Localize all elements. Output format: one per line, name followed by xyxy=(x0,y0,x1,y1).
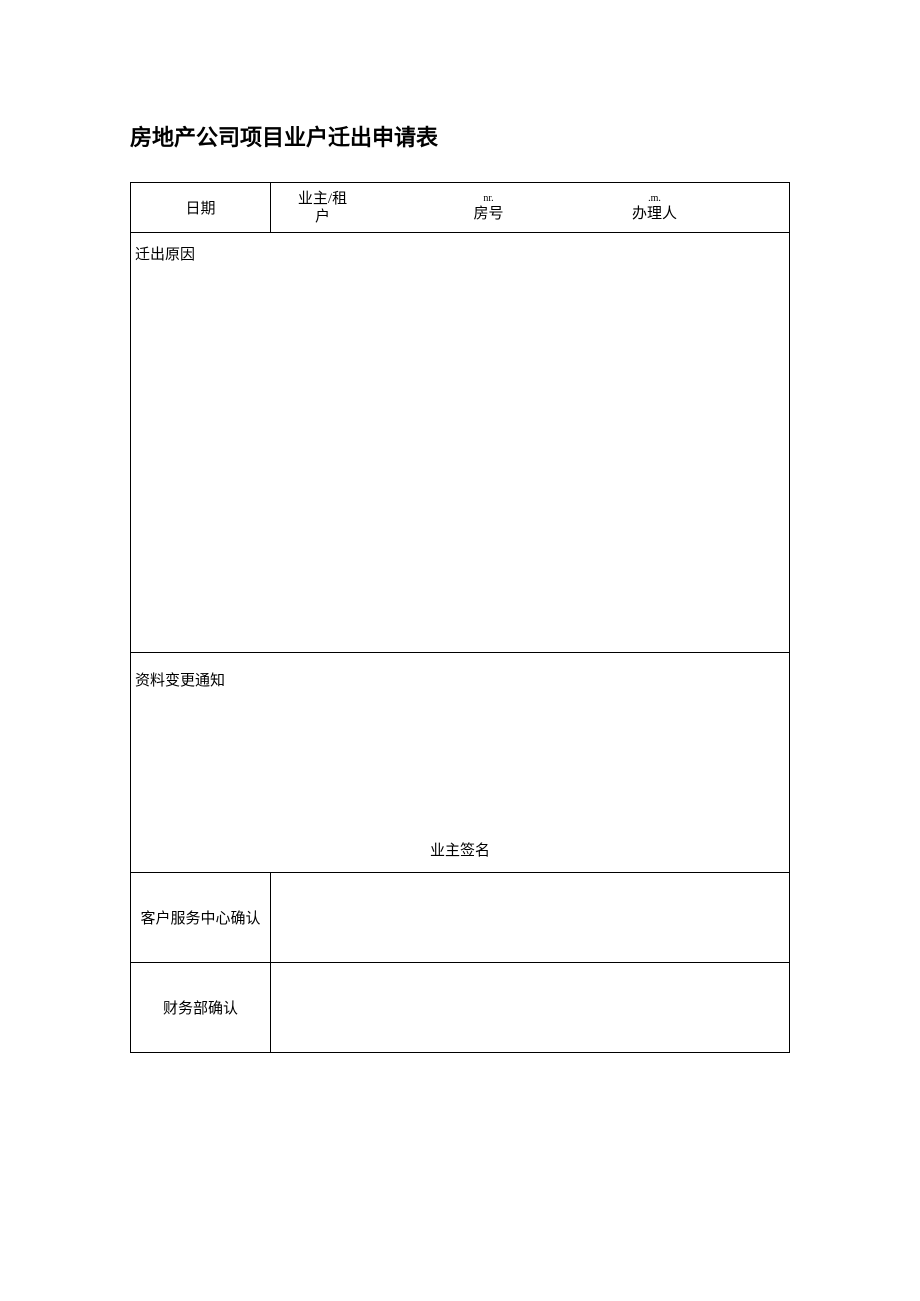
notice-row: 资料变更通知 业主签名 xyxy=(131,653,790,873)
service-confirm-value-cell[interactable] xyxy=(271,873,790,963)
finance-confirm-row: 财务部确认 xyxy=(131,963,790,1053)
room-label: 房号 xyxy=(473,205,503,223)
service-confirm-row: 客户服务中心确认 xyxy=(131,873,790,963)
date-label: 日期 xyxy=(185,201,215,217)
notice-cell[interactable]: 资料变更通知 业主签名 xyxy=(131,653,790,873)
finance-confirm-value-cell[interactable] xyxy=(271,963,790,1053)
owner-signature-label: 业主签名 xyxy=(131,839,789,860)
handler-small-label: .m. xyxy=(648,193,661,205)
handler-label-slot: .m. 办理人 xyxy=(613,193,696,223)
application-form-table: 日期 业主/租 户 nr. 房号 xyxy=(130,182,790,1053)
room-label-slot: nr. 房号 xyxy=(447,193,530,223)
page-title: 房地产公司项目业户迁出申请表 xyxy=(130,120,790,152)
owner-tenant-label-line2: 户 xyxy=(315,208,330,226)
date-label-cell: 日期 xyxy=(131,183,271,233)
service-confirm-label: 客户服务中心确认 xyxy=(140,911,260,927)
notice-label: 资料变更通知 xyxy=(135,669,225,690)
reason-row: 迁出原因 xyxy=(131,233,790,653)
reason-cell[interactable]: 迁出原因 xyxy=(131,233,790,653)
finance-confirm-label: 财务部确认 xyxy=(163,1001,238,1017)
header-fields-cell: 业主/租 户 nr. 房号 .m. 办理人 xyxy=(271,183,790,233)
service-confirm-label-cell: 客户服务中心确认 xyxy=(131,873,271,963)
room-small-label: nr. xyxy=(483,193,493,205)
owner-tenant-label-slot: 业主/租 户 xyxy=(281,190,364,226)
finance-confirm-label-cell: 财务部确认 xyxy=(131,963,271,1053)
handler-label: 办理人 xyxy=(632,205,677,223)
owner-tenant-label-line1: 业主/租 xyxy=(298,190,347,208)
reason-label: 迁出原因 xyxy=(135,247,195,263)
header-row: 日期 业主/租 户 nr. 房号 xyxy=(131,183,790,233)
